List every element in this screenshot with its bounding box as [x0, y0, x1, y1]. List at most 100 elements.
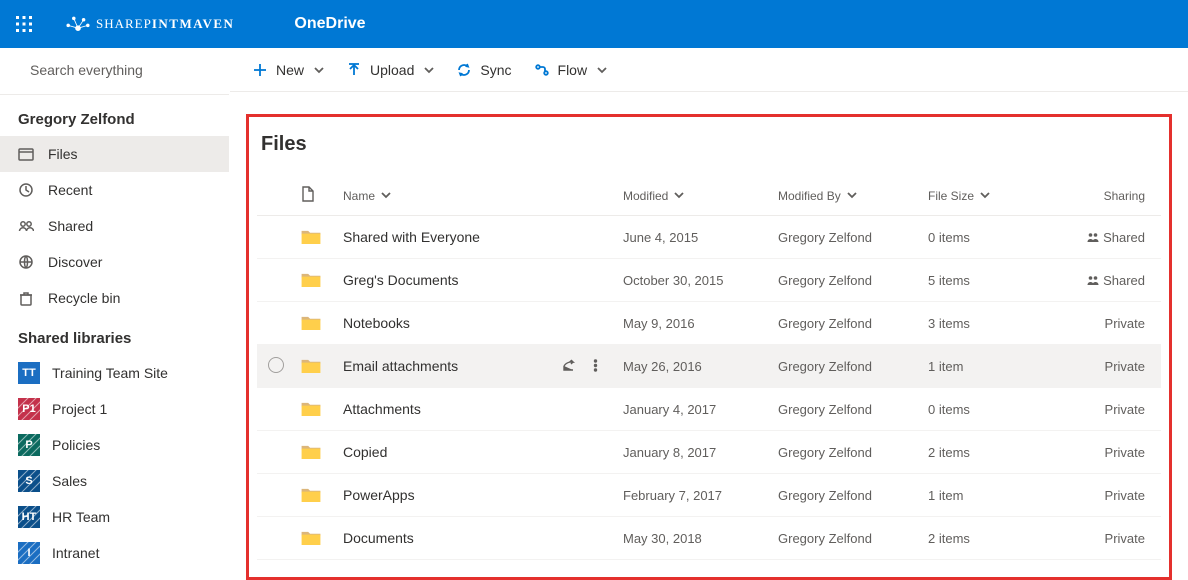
item-sharing: Private [1072, 388, 1161, 431]
folder-icon [301, 403, 321, 419]
item-name[interactable]: Email attachments [343, 358, 458, 374]
item-sharing: Private [1072, 345, 1161, 388]
item-size: 1 item [922, 345, 1072, 388]
item-modified: February 7, 2017 [617, 474, 772, 517]
item-sharing: Shared [1072, 216, 1161, 259]
library-item-label: Policies [52, 437, 100, 453]
chevron-down-icon [980, 190, 990, 200]
library-item-sales[interactable]: SSales [0, 463, 229, 499]
new-label: New [276, 62, 304, 78]
chevron-down-icon [674, 190, 684, 200]
sync-button[interactable]: Sync [456, 62, 511, 78]
table-row[interactable]: Greg's DocumentsOctober 30, 2015Gregory … [257, 259, 1161, 302]
item-modified: May 26, 2016 [617, 345, 772, 388]
main-panel: New Upload Sync Flow Files [230, 48, 1188, 580]
folder-icon [301, 231, 321, 247]
files-icon [18, 146, 34, 162]
table-row[interactable]: PowerAppsFebruary 7, 2017Gregory Zelfond… [257, 474, 1161, 517]
modified-column[interactable]: Modified [617, 176, 772, 216]
highlight-box: Files Name Modified Modified By File Siz… [246, 114, 1172, 580]
item-modified: May 9, 2016 [617, 302, 772, 345]
item-name[interactable]: Attachments [343, 401, 421, 417]
new-button[interactable]: New [252, 62, 324, 78]
item-sharing: Private [1072, 431, 1161, 474]
library-item-label: HR Team [52, 509, 110, 525]
folder-icon [301, 317, 321, 333]
item-modified: June 4, 2015 [617, 216, 772, 259]
file-type-column[interactable] [295, 176, 337, 216]
chevron-down-icon [847, 190, 857, 200]
item-modified-by: Gregory Zelfond [772, 388, 922, 431]
sharing-column[interactable]: Sharing [1072, 176, 1161, 216]
plus-icon [253, 63, 267, 77]
library-item-intranet[interactable]: IIntranet [0, 535, 229, 571]
item-name[interactable]: Greg's Documents [343, 272, 459, 288]
item-size: 0 items [922, 216, 1072, 259]
nav-item-label: Recycle bin [48, 290, 120, 306]
item-modified-by: Gregory Zelfond [772, 345, 922, 388]
item-name[interactable]: Copied [343, 444, 387, 460]
library-item-project-1[interactable]: P1Project 1 [0, 391, 229, 427]
library-item-hr-team[interactable]: HT HR Team [0, 499, 229, 535]
item-size: 1 item [922, 474, 1072, 517]
item-modified-by: Gregory Zelfond [772, 259, 922, 302]
library-item-training-team-site[interactable]: TTTraining Team Site [0, 355, 229, 391]
item-size: 5 items [922, 259, 1072, 302]
more-icon[interactable] [588, 358, 603, 373]
table-row[interactable]: DocumentsMay 30, 2018Gregory Zelfond2 it… [257, 517, 1161, 560]
item-modified: January 4, 2017 [617, 388, 772, 431]
select-circle[interactable] [268, 357, 284, 373]
table-row[interactable]: Shared with EveryoneJune 4, 2015Gregory … [257, 216, 1161, 259]
library-tile-icon: P1 [18, 398, 40, 420]
item-name[interactable]: Documents [343, 530, 414, 546]
item-sharing: Private [1072, 517, 1161, 560]
item-modified-by: Gregory Zelfond [772, 431, 922, 474]
table-row[interactable]: Email attachments May 26, 2016Gregory Zel… [257, 345, 1161, 388]
item-name[interactable]: Notebooks [343, 315, 410, 331]
item-modified-by: Gregory Zelfond [772, 517, 922, 560]
page-title: Files [261, 133, 1161, 156]
item-modified: May 30, 2018 [617, 517, 772, 560]
library-tile-icon: HT [18, 506, 40, 528]
table-row[interactable]: NotebooksMay 9, 2016Gregory Zelfond3 ite… [257, 302, 1161, 345]
library-tile-icon: P [18, 434, 40, 456]
nav-item-files[interactable]: Files [0, 136, 229, 172]
chevron-down-icon [597, 65, 607, 75]
item-name[interactable]: Shared with Everyone [343, 229, 480, 245]
nav-item-shared[interactable]: Shared [0, 208, 229, 244]
nav-item-recycle-bin[interactable]: Recycle bin [0, 280, 229, 316]
app-launcher-button[interactable] [0, 0, 48, 48]
modified-by-column[interactable]: Modified By [772, 176, 922, 216]
nav-item-discover[interactable]: Discover [0, 244, 229, 280]
chevron-down-icon [314, 65, 324, 75]
waffle-icon [16, 16, 32, 32]
table-row[interactable]: Attachments January 4, 2017Gregory Zelfon… [257, 388, 1161, 431]
nav-item-label: Discover [48, 254, 102, 270]
folder-icon [301, 360, 321, 376]
share-icon[interactable] [561, 358, 576, 373]
item-name[interactable]: PowerApps [343, 487, 415, 503]
flow-button[interactable]: Flow [534, 62, 608, 78]
table-row[interactable]: CopiedJanuary 8, 2017Gregory Zelfond2 it… [257, 431, 1161, 474]
folder-icon [301, 489, 321, 505]
suite-bar: SHAREPINTMAVEN OneDrive [0, 0, 1188, 48]
upload-button[interactable]: Upload [346, 62, 434, 78]
brand-logo-icon [64, 13, 92, 35]
search[interactable] [0, 48, 229, 92]
name-column[interactable]: Name [337, 176, 617, 216]
sync-label: Sync [480, 62, 511, 78]
library-item-label: Sales [52, 473, 87, 489]
upload-label: Upload [370, 62, 414, 78]
chevron-down-icon [424, 65, 434, 75]
discover-icon [18, 254, 34, 270]
nav-item-label: Recent [48, 182, 92, 198]
brand-logo: SHAREPINTMAVEN [64, 13, 234, 35]
file-size-column[interactable]: File Size [922, 176, 1072, 216]
nav-item-recent[interactable]: Recent [0, 172, 229, 208]
search-input[interactable] [30, 62, 211, 78]
user-name: Gregory Zelfond [0, 97, 229, 136]
library-tile-icon: TT [18, 362, 40, 384]
table-header-row: Name Modified Modified By File Size Shar… [257, 176, 1161, 216]
item-sharing: Private [1072, 474, 1161, 517]
library-item-policies[interactable]: P Policies [0, 427, 229, 463]
